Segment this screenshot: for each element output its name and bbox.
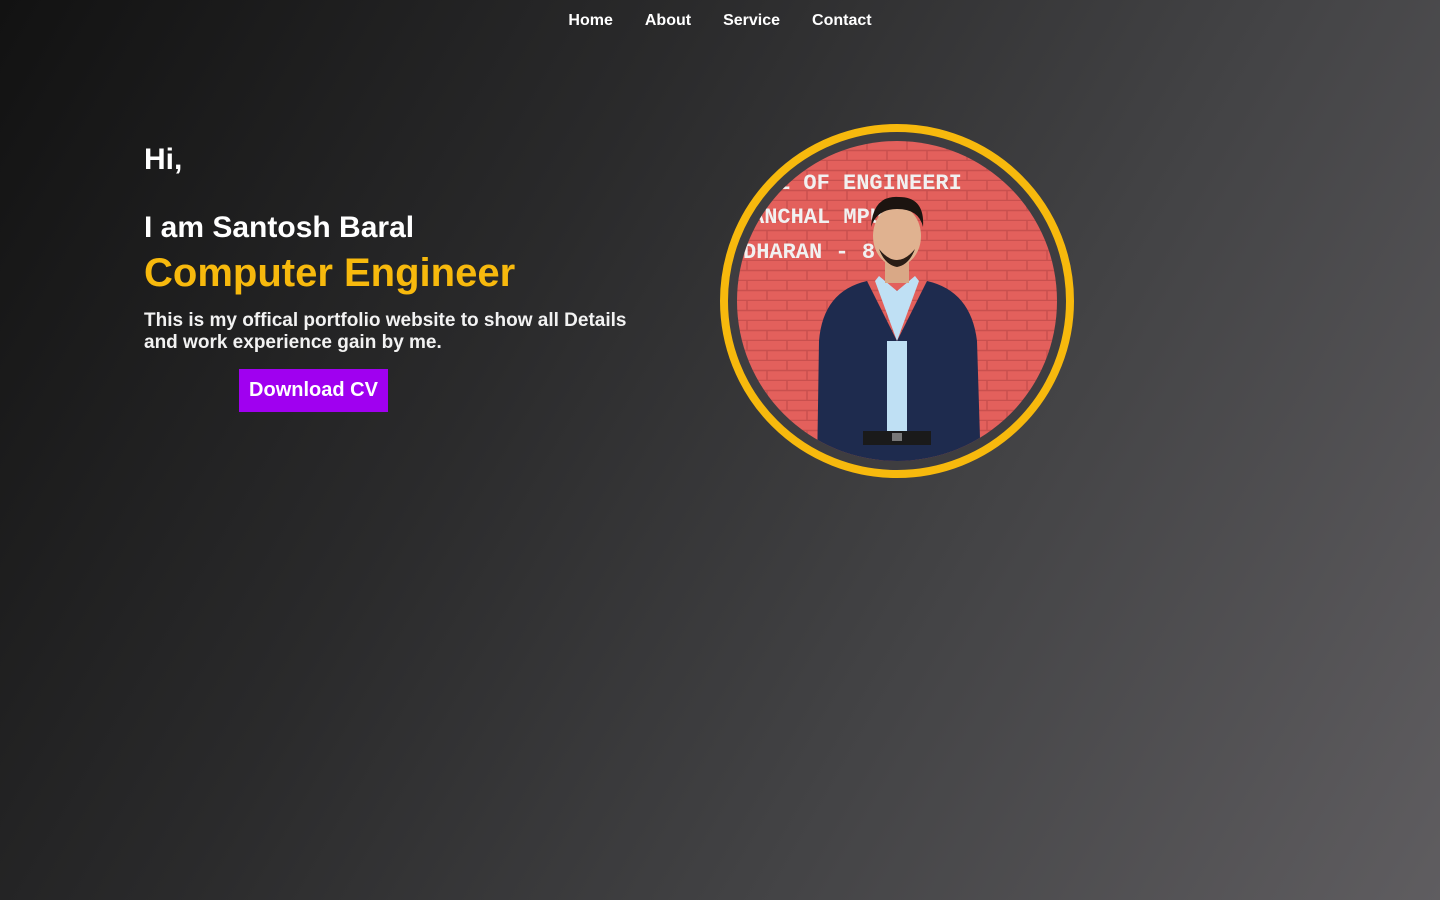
nav-link-service[interactable]: Service <box>723 12 780 30</box>
greeting-heading: Hi, <box>144 143 183 176</box>
download-cv-button[interactable]: Download CV <box>239 369 388 412</box>
wall-text-line-1: E OF ENGINEERI <box>777 171 962 196</box>
role-heading: Computer Engineer <box>144 251 516 295</box>
nav-link-home[interactable]: Home <box>568 12 612 30</box>
profile-photo-image: E OF ENGINEERI ANCHAL MPUS- DHARAN - 8 <box>737 141 1057 461</box>
intro-description: This is my offical portfolio website to … <box>144 310 627 353</box>
profile-photo: E OF ENGINEERI ANCHAL MPUS- DHARAN - 8 <box>720 124 1074 478</box>
nav-link-about[interactable]: About <box>645 12 691 30</box>
top-nav: Home About Service Contact <box>0 0 1440 42</box>
nav-link-contact[interactable]: Contact <box>812 12 872 30</box>
hero-section: Hi, I am Santosh Baral Computer Engineer… <box>144 140 644 412</box>
name-heading: I am Santosh Baral <box>144 211 415 244</box>
wall-text-line-3: DHARAN - 8 <box>743 240 875 265</box>
